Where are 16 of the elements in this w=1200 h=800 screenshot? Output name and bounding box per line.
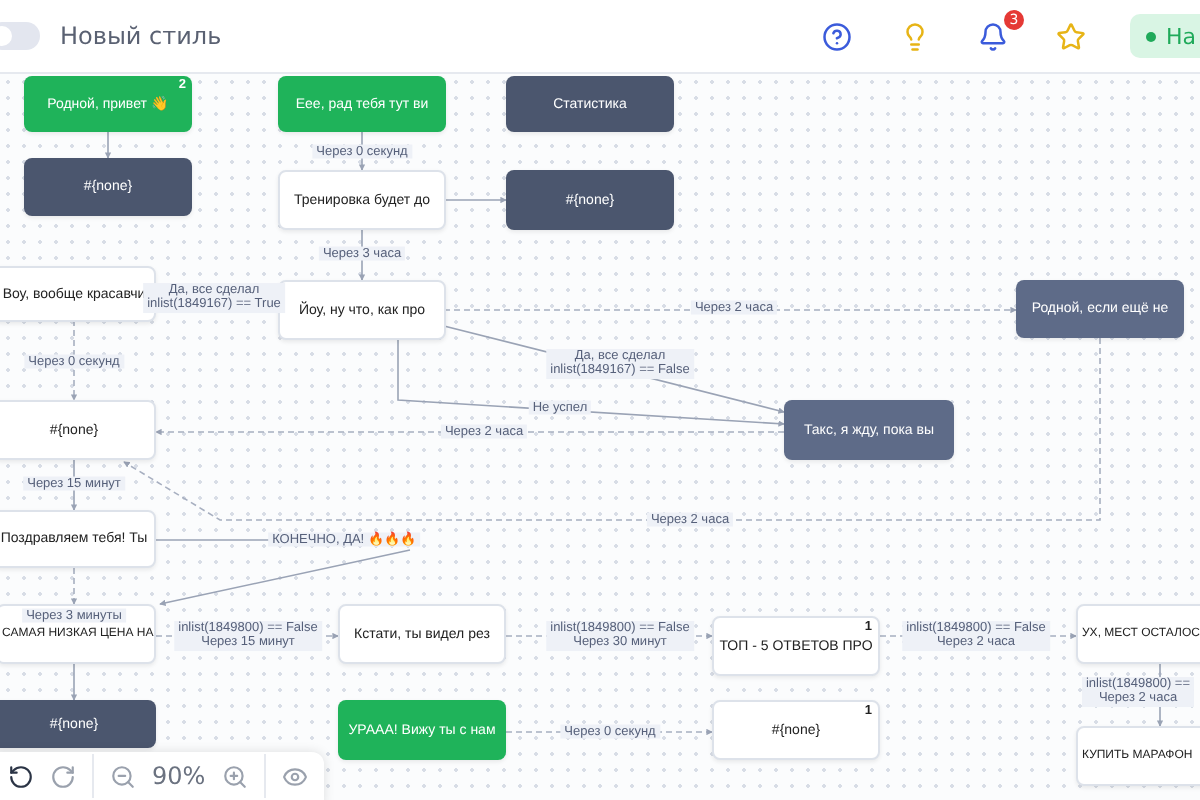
eye-icon[interactable] [281,763,308,789]
connector-arrow [104,131,112,159]
connector-arrow [70,319,78,401]
toggle-label: Новый стиль [60,22,222,50]
connector-arrow [70,663,78,701]
connector-arrow [445,196,507,204]
connector-arrow [70,567,78,605]
help-icon[interactable] [817,17,856,55]
toggle-switch[interactable] [0,22,40,50]
undo-icon[interactable] [8,763,34,789]
zoom-in-icon[interactable] [221,763,248,789]
star-icon[interactable] [1051,17,1090,55]
redo-icon[interactable] [50,763,76,789]
status-dot-icon [1145,31,1156,41]
zoom-out-icon[interactable] [110,763,136,789]
zoom-level: 90% [152,762,206,790]
